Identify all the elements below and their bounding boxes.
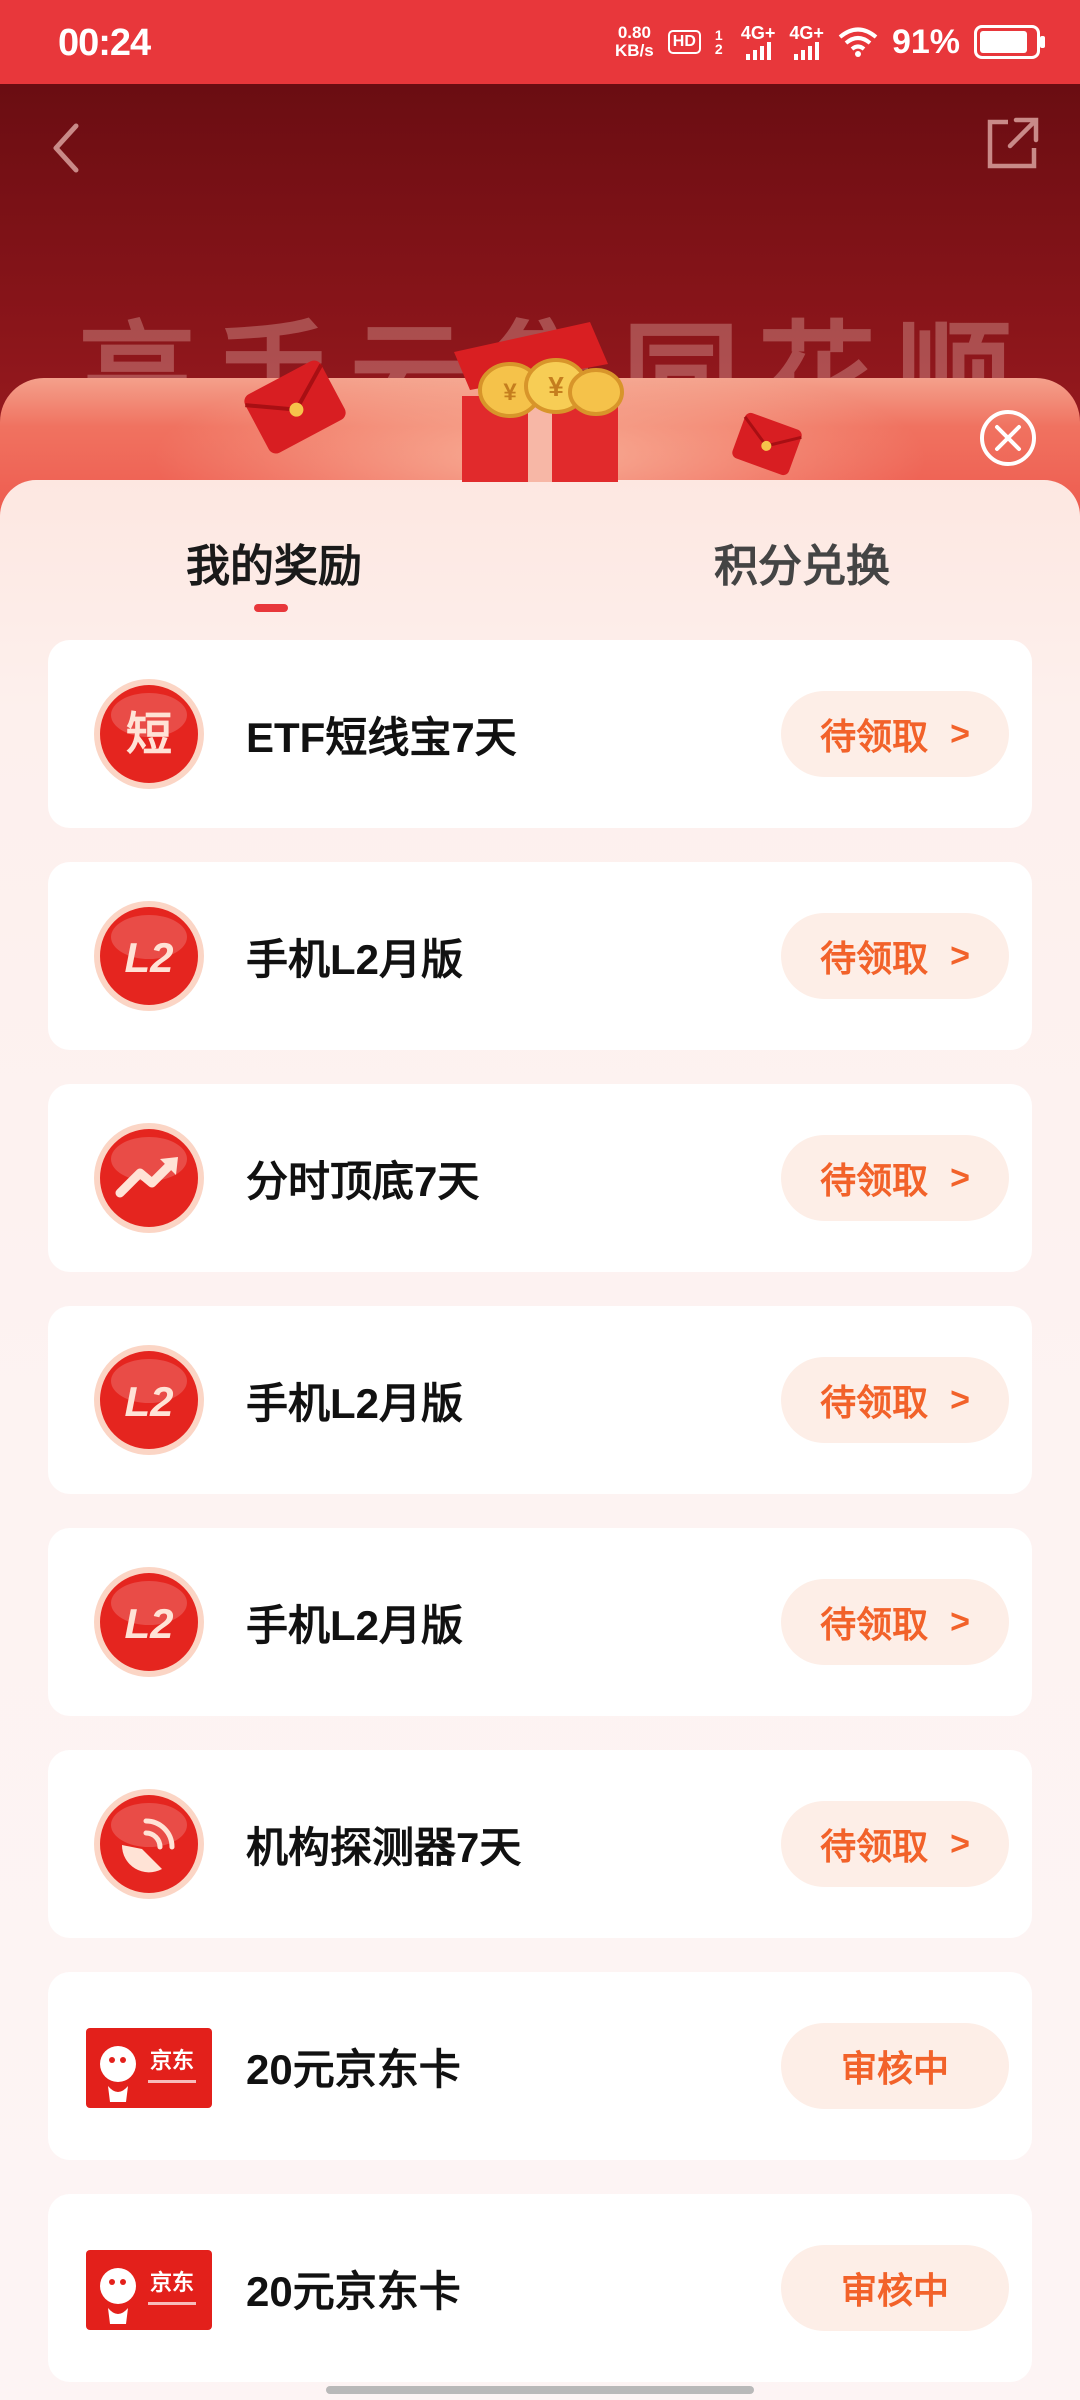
reward-item: 京东 20元京东卡 审核中 <box>48 1972 1032 2160</box>
active-tab-indicator <box>254 604 288 612</box>
reward-item: 机构探测器7天 待领取 > <box>48 1750 1032 1938</box>
svg-text:L2: L2 <box>124 934 173 981</box>
status-button[interactable]: 审核中 <box>781 2023 1009 2109</box>
reward-name: 机构探测器7天 <box>246 1823 522 1871</box>
reward-item: L2 手机L2月版 待领取 > <box>48 862 1032 1050</box>
status-button[interactable]: 审核中 <box>781 2245 1009 2331</box>
svg-text:短: 短 <box>126 707 172 761</box>
clock: 00:24 <box>58 22 151 64</box>
battery-icon <box>974 25 1045 59</box>
back-icon[interactable] <box>44 118 88 178</box>
svg-text:京东: 京东 <box>150 2048 194 2074</box>
chevron-right-icon: > <box>950 1824 970 1863</box>
sim-marks: 1 2 <box>714 27 723 57</box>
tab-points-exchange[interactable]: 积分兑换 <box>714 530 890 594</box>
share-icon[interactable] <box>982 112 1044 174</box>
tab-my-rewards[interactable]: 我的奖励 <box>186 530 362 594</box>
close-icon[interactable] <box>978 408 1038 468</box>
home-indicator[interactable] <box>326 2386 754 2394</box>
chevron-right-icon: > <box>950 1380 970 1419</box>
reward-item: 京东 20元京东卡 审核中 <box>48 2194 1032 2382</box>
reward-name: ETF短线宝7天 <box>246 713 517 761</box>
l2-icon: L2 <box>94 901 204 1011</box>
status-bar: 00:24 0.80 KB/s HD 1 2 4G+ 4G+ 91% <box>0 0 1080 84</box>
claim-button[interactable]: 待领取 > <box>781 691 1009 777</box>
short-icon: 短 <box>94 679 204 789</box>
trend-icon <box>94 1123 204 1233</box>
chevron-right-icon: > <box>950 1158 970 1197</box>
claim-button[interactable]: 待领取 > <box>781 1135 1009 1221</box>
status-icons: 0.80 KB/s HD 1 2 4G+ 4G+ 91% <box>615 20 1045 64</box>
svg-text:¥: ¥ <box>503 379 517 406</box>
reward-name: 手机L2月版 <box>246 1379 464 1427</box>
reward-name: 20元京东卡 <box>246 2267 461 2315</box>
claim-button[interactable]: 待领取 > <box>781 1357 1009 1443</box>
signal-icon: 4G+ <box>741 24 775 60</box>
reward-item: 分时顶底7天 待领取 > <box>48 1084 1032 1272</box>
radar-icon <box>94 1789 204 1899</box>
reward-item: 短 ETF短线宝7天 待领取 > <box>48 640 1032 828</box>
svg-text:¥: ¥ <box>548 371 564 402</box>
signal-icon: 4G+ <box>789 24 824 60</box>
reward-item: L2 手机L2月版 待领取 > <box>48 1528 1032 1716</box>
jd-card-icon: 京东 <box>86 2250 212 2330</box>
battery-percent: 91% <box>891 22 960 61</box>
reward-name: 20元京东卡 <box>246 2045 461 2093</box>
reward-item: L2 手机L2月版 待领取 > <box>48 1306 1032 1494</box>
claim-button[interactable]: 待领取 > <box>781 913 1009 999</box>
reward-name: 手机L2月版 <box>246 1601 464 1649</box>
network-speed: 0.80 KB/s <box>615 23 654 60</box>
hd-icon: HD <box>667 30 701 54</box>
l2-icon: L2 <box>94 1567 204 1677</box>
svg-text:L2: L2 <box>124 1378 173 1425</box>
chevron-right-icon: > <box>950 1602 970 1641</box>
svg-text:京东: 京东 <box>150 2270 194 2296</box>
claim-button[interactable]: 待领取 > <box>781 1801 1009 1887</box>
wifi-icon <box>838 27 878 57</box>
chevron-right-icon: > <box>950 936 970 975</box>
claim-button[interactable]: 待领取 > <box>781 1579 1009 1665</box>
svg-text:L2: L2 <box>124 1600 173 1647</box>
jd-card-icon: 京东 <box>86 2028 212 2108</box>
reward-name: 分时顶底7天 <box>246 1157 480 1205</box>
chevron-right-icon: > <box>950 714 970 753</box>
gift-box-icon: ¥ ¥ <box>454 322 624 482</box>
reward-name: 手机L2月版 <box>246 935 464 983</box>
l2-icon: L2 <box>94 1345 204 1455</box>
